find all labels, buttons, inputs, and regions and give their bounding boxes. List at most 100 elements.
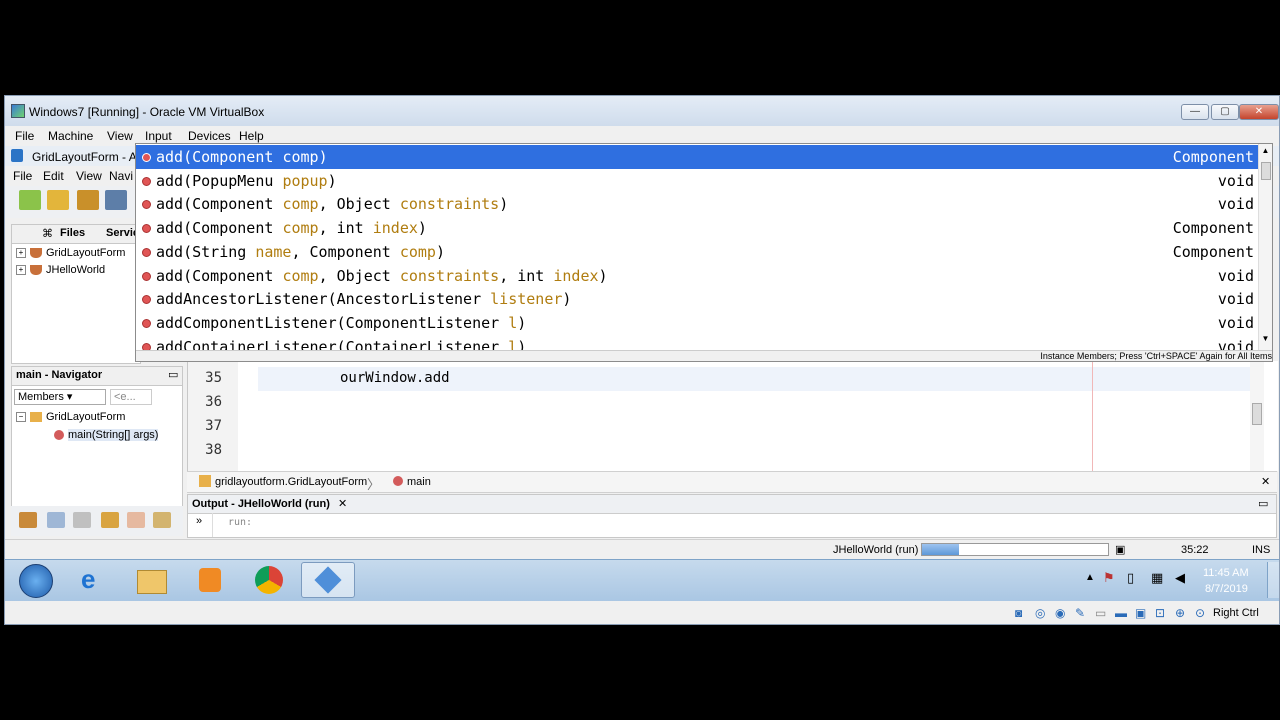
hdd-icon[interactable]: ◙ bbox=[1015, 606, 1022, 620]
vt-x-icon[interactable]: ⊕ bbox=[1175, 606, 1185, 620]
clock-time[interactable]: 11:45 AM bbox=[1203, 567, 1249, 579]
expand-icon[interactable]: + bbox=[16, 248, 26, 259]
maximize-button[interactable]: ▢ bbox=[1211, 104, 1239, 120]
folder-icon bbox=[137, 570, 167, 594]
minimize-panel-icon[interactable]: ▭ bbox=[168, 368, 178, 381]
completion-return-type: void bbox=[1217, 266, 1254, 285]
completion-return-type: Component bbox=[1172, 148, 1254, 166]
taskbar-ie[interactable]: e bbox=[67, 562, 119, 598]
completion-item[interactable]: addAncestorListener(AncestorListener lis… bbox=[136, 287, 1258, 311]
close-icon[interactable]: ✕ bbox=[1261, 475, 1270, 488]
close-tab-icon[interactable]: ✕ bbox=[338, 497, 347, 510]
menu-machine[interactable]: Machine bbox=[48, 129, 93, 143]
scroll-down-icon[interactable]: ▼ bbox=[1260, 334, 1271, 346]
completion-item[interactable]: add(PopupMenu popup) void bbox=[136, 169, 1258, 193]
scrollbar-thumb[interactable] bbox=[1252, 403, 1262, 425]
close-button[interactable]: ✕ bbox=[1239, 104, 1279, 120]
minimize-button[interactable]: — bbox=[1181, 104, 1209, 120]
project-node[interactable]: + JHelloWorld bbox=[16, 264, 105, 276]
battery-icon[interactable]: ▯ bbox=[1127, 570, 1134, 586]
scroll-up-icon[interactable]: ▲ bbox=[1260, 146, 1271, 158]
method-icon bbox=[393, 476, 403, 486]
breadcrumb-method[interactable]: main bbox=[407, 476, 431, 488]
open-project-icon[interactable] bbox=[77, 190, 99, 210]
navigator-class-node[interactable]: − GridLayoutForm bbox=[16, 411, 125, 423]
filter-static-icon[interactable] bbox=[73, 512, 91, 528]
breadcrumb-class[interactable]: gridlayoutform.GridLayoutForm bbox=[215, 476, 367, 488]
nb-menu-view[interactable]: View bbox=[76, 169, 102, 183]
filter-nonpublic-icon[interactable] bbox=[101, 512, 119, 528]
class-icon bbox=[30, 412, 42, 423]
cancel-task-icon[interactable]: ▣ bbox=[1115, 543, 1125, 556]
caret-position: 35:22 bbox=[1181, 544, 1209, 556]
completion-item[interactable]: add(Component comp, Object constraints) v… bbox=[136, 192, 1258, 216]
editor-scrollbar[interactable] bbox=[1250, 361, 1264, 471]
new-project-icon[interactable] bbox=[47, 190, 69, 210]
menu-file[interactable]: File bbox=[15, 129, 34, 143]
chrome-icon bbox=[255, 566, 283, 594]
navigator-tabbar: main - Navigator ▭ bbox=[12, 367, 182, 386]
clock-date[interactable]: 8/7/2019 bbox=[1205, 583, 1248, 595]
line-number: 38 bbox=[205, 442, 222, 458]
filter-inherited-icon[interactable] bbox=[127, 512, 145, 528]
taskbar-chrome[interactable] bbox=[243, 562, 295, 598]
members-filter-select[interactable]: Members ▾ bbox=[14, 389, 106, 405]
code-editor[interactable]: 35 36 37 38 ourWindow.add bbox=[187, 361, 1278, 471]
show-hidden-icons[interactable]: ▲ bbox=[1085, 572, 1095, 583]
menu-devices[interactable]: Devices bbox=[188, 129, 231, 143]
navigator-title[interactable]: main - Navigator bbox=[16, 369, 102, 381]
virtualbox-statusbar: ◙ ◎ ◉ ✎ ▭ ▬ ▣ ⊡ ⊕ ⊙ Right Ctrl bbox=[5, 601, 1279, 624]
project-node[interactable]: + GridLayoutForm bbox=[16, 247, 125, 259]
shared-folders-icon[interactable]: ▬ bbox=[1115, 606, 1127, 620]
menu-input[interactable]: Input bbox=[145, 129, 172, 143]
completion-scrollbar[interactable]: ▲ ▼ bbox=[1258, 144, 1272, 350]
show-desktop-button[interactable] bbox=[1267, 562, 1279, 598]
save-all-icon[interactable] bbox=[105, 190, 127, 210]
status-bar: JHelloWorld (run) running... ▣ 35:22 INS bbox=[5, 539, 1279, 560]
tab-files[interactable]: Files bbox=[60, 227, 85, 239]
minimize-panel-icon[interactable]: ▭ bbox=[1258, 497, 1268, 510]
volume-icon[interactable]: ◀ bbox=[1175, 570, 1185, 586]
display-icon[interactable]: ▣ bbox=[1135, 606, 1146, 620]
recording-icon[interactable]: ⊡ bbox=[1155, 606, 1165, 620]
class-icon bbox=[199, 475, 211, 487]
output-title[interactable]: Output - JHelloWorld (run) bbox=[192, 498, 330, 510]
completion-item[interactable]: add(Component comp, int index) Component bbox=[136, 216, 1258, 240]
filter-icon[interactable] bbox=[19, 512, 37, 528]
completion-item[interactable]: add(Component comp) Component bbox=[136, 145, 1258, 169]
method-icon bbox=[142, 271, 151, 281]
new-file-icon[interactable] bbox=[19, 190, 41, 210]
action-center-icon[interactable]: ⚑ bbox=[1103, 570, 1115, 586]
audio-icon[interactable]: ◉ bbox=[1055, 606, 1065, 620]
completion-item[interactable]: addComponentListener(ComponentListener l… bbox=[136, 311, 1258, 335]
completion-item[interactable]: add(String name, Component comp) Componen… bbox=[136, 240, 1258, 264]
code-completion-popup[interactable]: add(Component comp) Component add(PopupMen… bbox=[135, 143, 1273, 362]
tab-close-icon[interactable]: ⌘ bbox=[42, 227, 53, 240]
filter-fields-icon[interactable] bbox=[47, 512, 65, 528]
mouse-integration-icon[interactable]: ⊙ bbox=[1195, 606, 1205, 620]
navigator-method-node[interactable]: main(String[] args) bbox=[54, 429, 159, 441]
nb-menu-file[interactable]: File bbox=[13, 169, 32, 183]
expand-icon[interactable]: + bbox=[16, 265, 26, 276]
menu-view[interactable]: View bbox=[107, 129, 133, 143]
rerun-icon[interactable]: » bbox=[196, 515, 202, 527]
start-button[interactable] bbox=[7, 562, 59, 598]
completion-item[interactable]: add(Component comp, Object constraints, … bbox=[136, 264, 1258, 288]
scrollbar-thumb[interactable] bbox=[1261, 162, 1271, 180]
sort-select[interactable]: <e... bbox=[110, 389, 152, 405]
taskbar-explorer[interactable] bbox=[125, 562, 177, 598]
virtualbox-titlebar: Windows7 [Running] - Oracle VM VirtualBo… bbox=[5, 96, 1279, 126]
taskbar-netbeans[interactable] bbox=[301, 562, 355, 598]
network-icon[interactable]: ▦ bbox=[1151, 570, 1163, 586]
nb-menu-edit[interactable]: Edit bbox=[43, 169, 64, 183]
sort-icon[interactable] bbox=[153, 512, 171, 528]
host-key-label[interactable]: Right Ctrl bbox=[1213, 607, 1259, 619]
usb-icon[interactable]: ▭ bbox=[1095, 606, 1106, 620]
running-task-label[interactable]: JHelloWorld (run) bbox=[833, 544, 918, 556]
optical-drive-icon[interactable]: ◎ bbox=[1035, 606, 1045, 620]
taskbar-media-player[interactable] bbox=[183, 562, 235, 598]
menu-help[interactable]: Help bbox=[239, 129, 264, 143]
collapse-icon[interactable]: − bbox=[16, 412, 26, 423]
nb-menu-navigate[interactable]: Navi bbox=[109, 169, 133, 183]
network-adapter-icon[interactable]: ✎ bbox=[1075, 606, 1085, 620]
